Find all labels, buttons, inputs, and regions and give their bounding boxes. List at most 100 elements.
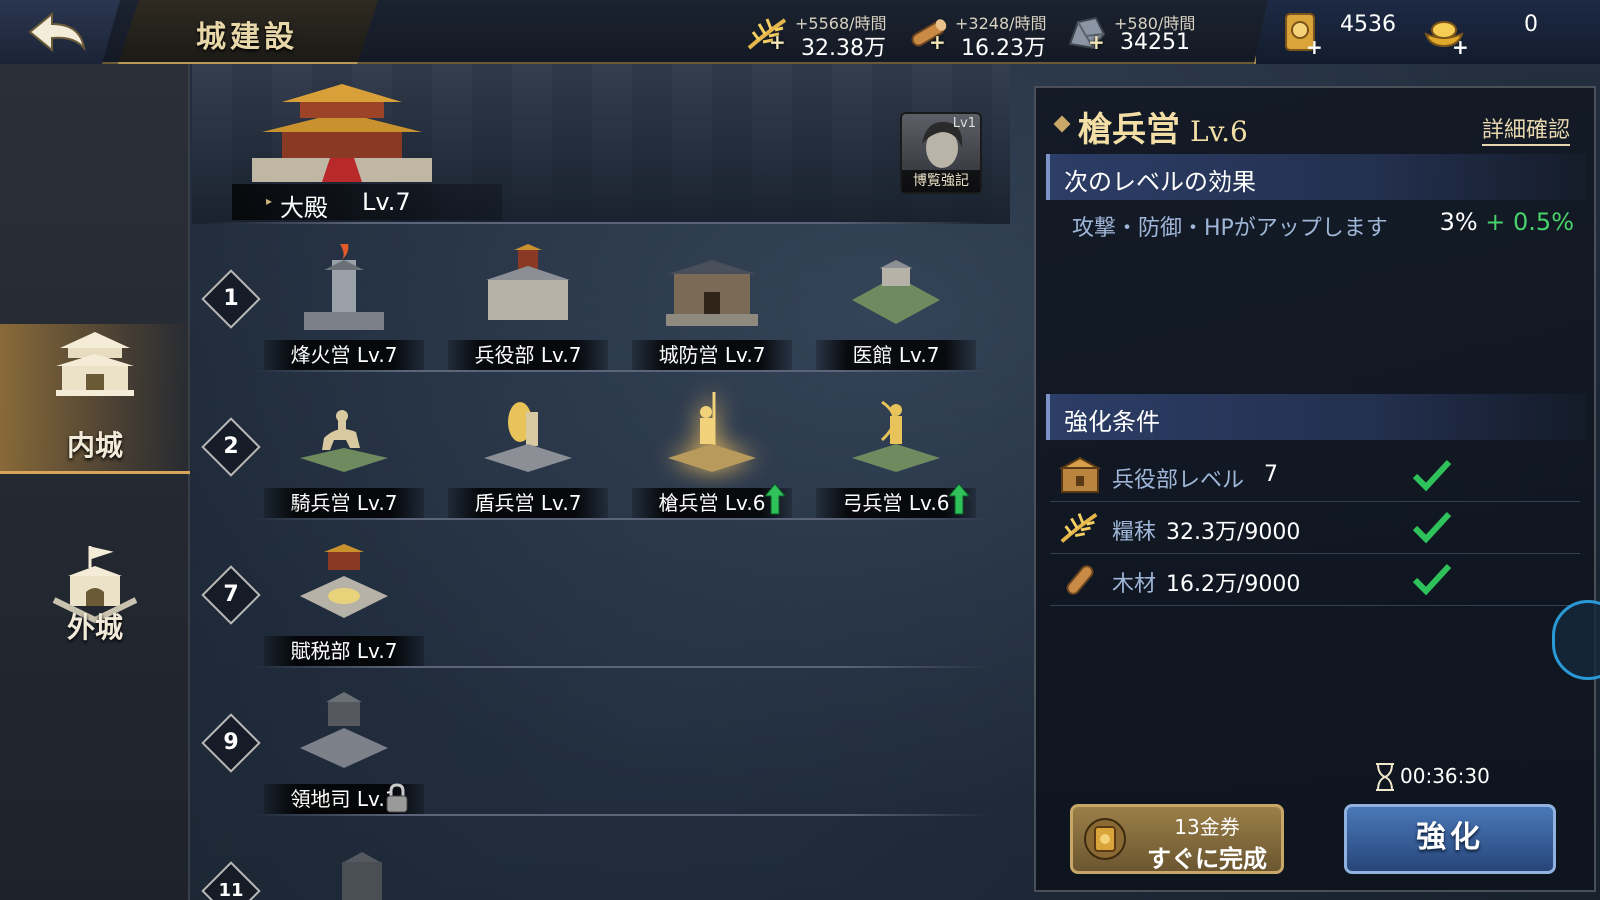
divider (252, 814, 992, 816)
sidebar-item-inner-city[interactable]: 内城 (0, 324, 190, 474)
condition-row: 兵役部レベル 7 (1050, 450, 1580, 502)
building-chest-icon (1058, 456, 1102, 493)
effect-description: 攻撃・防御・HPがアップします (1072, 216, 1388, 241)
palace-name: 大殿 (280, 194, 328, 222)
top-bar: 城建設 + +5568/時間 32.38万 + +3248/時間 16.23万 … (0, 0, 1600, 64)
building-label: 賦税部 Lv.7 (264, 636, 424, 666)
condition-name: 兵役部レベル (1112, 468, 1245, 493)
back-arrow-icon (28, 11, 86, 53)
building-tax[interactable]: 賦税部 Lv.7 (264, 536, 424, 666)
building-label: 兵役部 Lv.7 (448, 340, 608, 370)
shield-statue-icon (484, 402, 572, 472)
gold-ticket-icon[interactable]: + (1282, 10, 1322, 56)
palace-label: ▸ 大殿 Lv.7 (232, 184, 502, 222)
gold-ingot-icon[interactable]: + (1422, 12, 1470, 56)
instant-complete-button[interactable]: 13金券 すぐに完成 (1070, 804, 1284, 874)
bonus-card-label: 博覧強記 (902, 170, 980, 192)
building-name: 槍兵営 (1078, 110, 1180, 150)
tax-office-icon (300, 544, 388, 618)
sidebar: 内城 外城 (0, 64, 190, 900)
gold-ticket-count: 4536 (1340, 12, 1396, 37)
triangle-icon: ▸ (266, 194, 273, 208)
divider (202, 222, 992, 224)
details-link[interactable]: 詳細確認 (1481, 112, 1570, 146)
page-title: 城建設 (196, 20, 298, 55)
building-beacon[interactable]: 烽火営 Lv.7 (264, 240, 424, 370)
condition-row: 木材 16.2万/9000 (1050, 554, 1580, 606)
side-float-button[interactable] (1552, 600, 1600, 680)
checkmark-icon (1412, 459, 1452, 492)
condition-row: 糧秣 32.3万/9000 (1050, 502, 1580, 554)
sidebar-item-outer-city[interactable]: 外城 (0, 534, 190, 684)
spear-statue-icon (668, 392, 756, 472)
bonus-card[interactable]: Lv1 博覧強記 (900, 112, 982, 194)
plus-icon: + (769, 30, 786, 54)
city-defense-building-icon (666, 260, 758, 326)
building-city-defense[interactable]: 城防営 Lv.7 (632, 240, 792, 370)
building-territory[interactable]: 領地司 Lv.1 (264, 684, 424, 814)
gold-ingot-count: 0 (1524, 12, 1538, 37)
wood-amount: 16.23万 (961, 36, 1046, 61)
sidebar-item-label: 内城 (66, 429, 123, 462)
lock-icon (386, 783, 408, 813)
conscription-building-icon (486, 244, 570, 320)
condition-value: 7 (1264, 462, 1278, 487)
gold-ticket-icon (1084, 818, 1126, 860)
plus-icon: + (929, 30, 946, 54)
svg-text:+: + (1306, 35, 1322, 56)
archer-statue-icon (852, 400, 940, 472)
row-number: 11 (201, 861, 261, 900)
condition-value: 32.3万/9000 (1166, 520, 1301, 545)
beacon-tower-icon (304, 244, 384, 330)
palace-building-icon (252, 84, 432, 182)
building-level: Lv.6 (1190, 115, 1248, 148)
effect-value: 3% + 0.5% (1440, 208, 1574, 236)
building-label: 医館 Lv.7 (816, 340, 976, 370)
inner-city-icon (56, 332, 134, 396)
building-archer[interactable]: 弓兵営 Lv.6 (816, 388, 976, 518)
detail-panel: 槍兵営 Lv.6 詳細確認 次のレベルの効果 攻撃・防御・HPがアップします 3%… (1034, 86, 1600, 892)
checkmark-icon (1412, 511, 1452, 544)
building-label: 盾兵営 Lv.7 (448, 488, 608, 518)
back-button[interactable] (0, 0, 120, 64)
territory-office-icon (300, 692, 388, 768)
building-preview-icon (342, 852, 382, 900)
bonus-card-level: Lv1 (952, 116, 976, 131)
building-cavalry[interactable]: 騎兵営 Lv.7 (264, 388, 424, 518)
building-clinic[interactable]: 医館 Lv.7 (816, 240, 976, 370)
building-label: 城防営 Lv.7 (632, 340, 792, 370)
enhance-button[interactable]: 強化 (1344, 804, 1556, 874)
row-number: 7 (201, 565, 261, 625)
sidebar-item-label: 外城 (66, 611, 123, 644)
upgrade-arrow-icon (948, 483, 970, 515)
effect-base: 3% (1439, 208, 1478, 236)
condition-name: 糧秣 (1112, 520, 1157, 545)
palace-banner[interactable]: ▸ 大殿 Lv.7 (192, 64, 1010, 224)
building-shield[interactable]: 盾兵営 Lv.7 (448, 388, 608, 518)
building-label: 烽火営 Lv.7 (264, 340, 424, 370)
svg-text:+: + (1452, 35, 1469, 56)
row-number: 9 (201, 713, 261, 773)
plus-icon: + (1088, 30, 1105, 54)
building-list: ▸ 大殿 Lv.7 Lv1 博覧強記 1 烽火営 Lv.7 兵役部 Lv.7 城… (192, 64, 1010, 900)
row-number: 2 (201, 417, 261, 477)
building-conscription[interactable]: 兵役部 Lv.7 (448, 240, 608, 370)
hourglass-icon (1376, 763, 1394, 791)
upgrade-arrow-icon (764, 483, 786, 515)
divider (252, 370, 992, 372)
divider (252, 518, 992, 520)
grain-icon (1060, 513, 1098, 543)
condition-value: 16.2万/9000 (1166, 572, 1301, 597)
checkmark-icon (1412, 563, 1452, 596)
condition-name: 木材 (1112, 572, 1157, 597)
clinic-building-icon (852, 260, 940, 324)
palace-level: Lv.7 (362, 188, 411, 216)
cavalry-statue-icon (300, 410, 388, 472)
grain-amount: 32.38万 (801, 36, 886, 61)
stone-amount: 34251 (1120, 30, 1190, 55)
effect-section-header: 次のレベルの効果 (1046, 154, 1586, 200)
instant-label: すぐに完成 (1147, 845, 1267, 873)
building-spear[interactable]: 槍兵営 Lv.6 (632, 388, 792, 518)
building-label: 騎兵営 Lv.7 (264, 488, 424, 518)
wood-icon (1066, 565, 1094, 595)
